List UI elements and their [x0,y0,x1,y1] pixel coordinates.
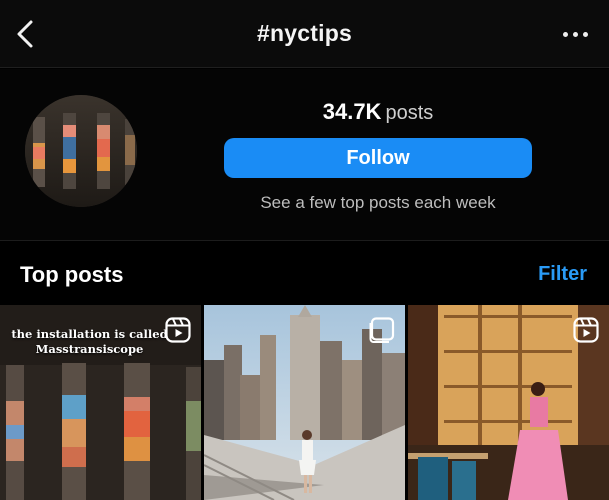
posts-count-line: 34.7K posts [224,99,532,125]
more-options-button[interactable] [555,20,595,48]
filter-button[interactable]: Filter [538,263,587,286]
follow-button[interactable]: Follow [224,138,532,178]
caption-line: the installation is called [11,327,168,341]
top-posts-header: Top posts Filter [0,242,609,304]
more-dot-icon [562,31,568,37]
page-title: #nyctips [257,20,352,46]
hashtag-avatar [25,95,137,207]
post-thumbnail[interactable] [408,305,609,500]
section-title: Top posts [20,262,124,287]
posts-label: posts [385,102,434,124]
post-thumbnail[interactable]: the installation is called Masstransisco… [0,305,201,500]
hashtag-description: See a few top posts each week [260,193,496,212]
carousel-icon [369,317,395,343]
more-dot-icon [582,31,588,37]
caption-line: Masstransiscope [35,342,144,356]
posts-count: 34.7K [322,99,382,124]
reel-icon [165,317,191,343]
more-dot-icon [572,31,578,37]
reel-icon [573,317,599,343]
hashtag-header: 34.7K posts Follow See a few top posts ea… [0,69,609,241]
posts-grid: the installation is called Masstransisco… [0,305,609,500]
top-navigation-bar: #nyctips [0,0,609,68]
post-thumbnail[interactable] [204,305,405,500]
